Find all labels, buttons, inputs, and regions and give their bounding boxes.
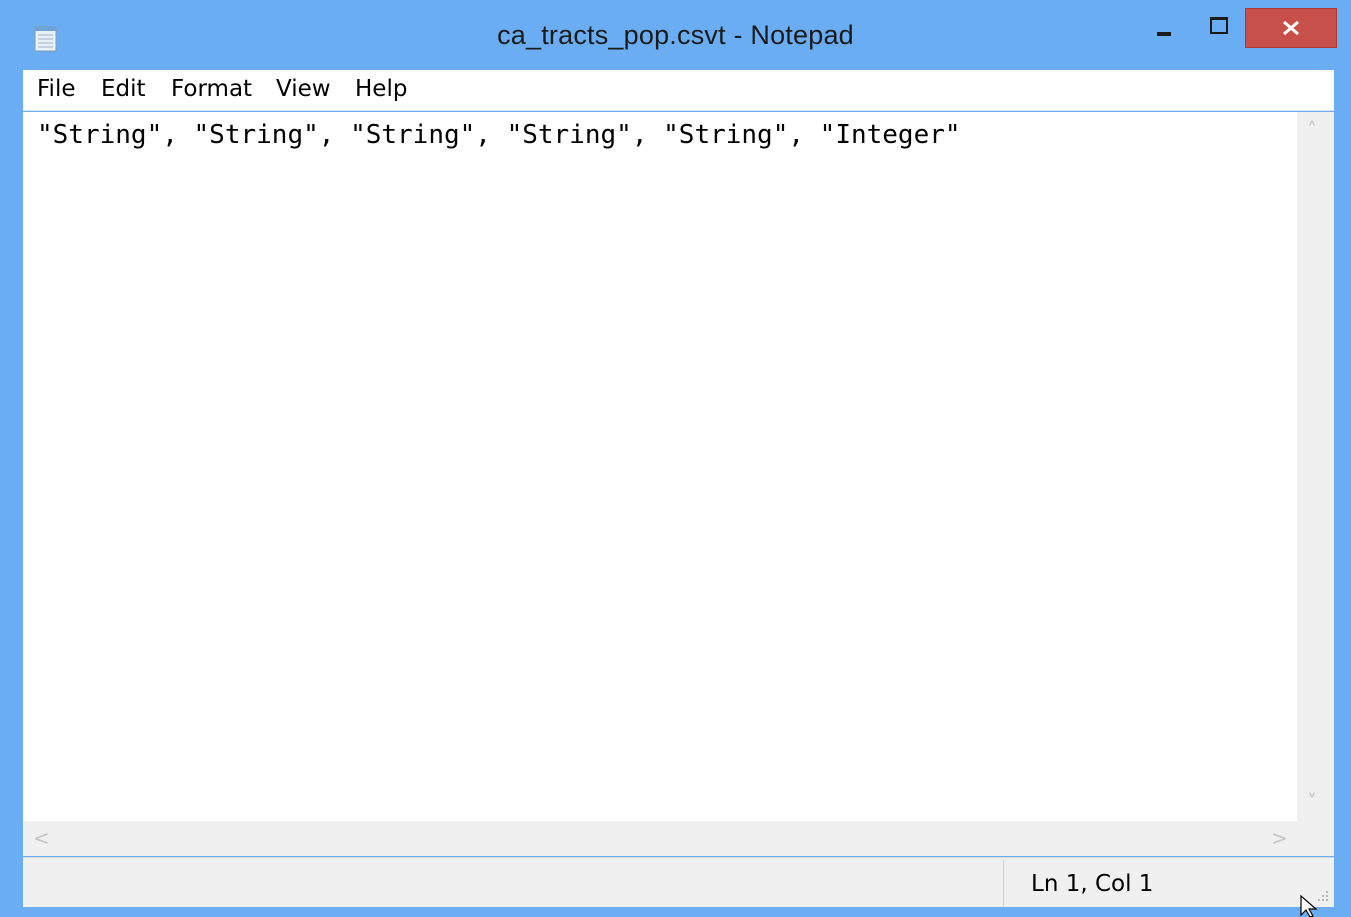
- status-bar: Ln 1, Col 1: [23, 857, 1334, 907]
- scroll-right-icon[interactable]: >: [1271, 828, 1288, 848]
- notepad-window: ca_tracts_pop.csvt - Notepad File Edit F…: [0, 0, 1351, 917]
- close-button[interactable]: [1245, 8, 1337, 48]
- status-divider: [1003, 860, 1004, 906]
- menu-edit[interactable]: Edit: [99, 76, 148, 102]
- text-editor-area[interactable]: "String", "String", "String", "String", …: [23, 112, 1297, 821]
- close-icon: [1283, 20, 1299, 36]
- horizontal-scrollbar[interactable]: < >: [23, 821, 1297, 856]
- menu-file[interactable]: File: [35, 76, 78, 102]
- menu-bar: File Edit Format View Help: [23, 70, 1334, 111]
- minimize-icon: [1157, 32, 1171, 36]
- mouse-pointer-icon: [1300, 895, 1318, 917]
- scroll-down-icon[interactable]: ˅: [1307, 792, 1317, 812]
- maximize-button[interactable]: [1195, 8, 1241, 48]
- menu-help[interactable]: Help: [353, 76, 409, 102]
- scroll-up-icon[interactable]: ˄: [1307, 120, 1317, 140]
- scroll-left-icon[interactable]: <: [33, 828, 50, 848]
- cursor-position: Ln 1, Col 1: [1031, 871, 1154, 897]
- maximize-icon: [1210, 17, 1228, 34]
- minimize-button[interactable]: [1143, 8, 1185, 48]
- menu-view[interactable]: View: [274, 76, 333, 102]
- title-bar[interactable]: ca_tracts_pop.csvt - Notepad: [0, 0, 1351, 70]
- editor-content[interactable]: "String", "String", "String", "String", …: [37, 120, 961, 150]
- scrollbar-corner: [1297, 821, 1334, 856]
- menu-format[interactable]: Format: [169, 76, 254, 102]
- vertical-scrollbar[interactable]: ˄ ˅: [1297, 112, 1334, 821]
